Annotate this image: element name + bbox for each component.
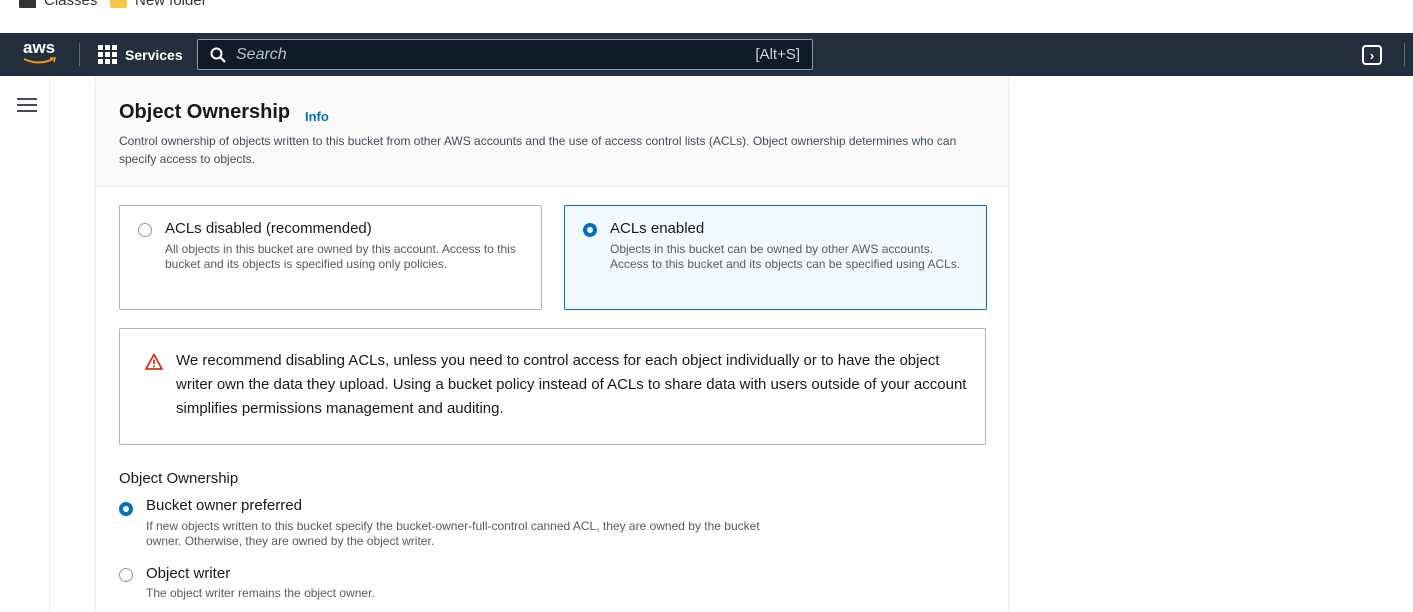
- aws-smile-icon: [23, 57, 57, 64]
- radio-acls-enabled[interactable]: [583, 223, 597, 237]
- services-label: Services: [125, 46, 183, 63]
- tile-acls-disabled[interactable]: ACLs disabled (recommended) All objects …: [119, 205, 542, 310]
- classes-icon: [19, 0, 36, 8]
- tile-label: ACLs enabled: [610, 220, 705, 237]
- tile-label: ACLs disabled (recommended): [165, 220, 372, 237]
- hamburger-menu-icon[interactable]: [17, 98, 37, 112]
- warning-text: We recommend disabling ACLs, unless you …: [176, 352, 967, 417]
- search-icon: [210, 47, 226, 63]
- tile-description: Objects in this bucket can be owned by o…: [610, 242, 961, 271]
- warning-icon: [145, 353, 163, 370]
- option-description: The object writer remains the object own…: [146, 586, 375, 600]
- nav-divider: [1404, 43, 1405, 66]
- option-label: Object writer: [146, 565, 231, 582]
- tile-acls-enabled[interactable]: ACLs enabled Objects in this bucket can …: [564, 205, 987, 310]
- search-shortcut: [Alt+S]: [755, 46, 800, 63]
- cloudshell-icon[interactable]: ›: [1362, 45, 1382, 65]
- panel-header: Object Ownership Info Control ownership …: [96, 76, 1008, 187]
- bookmark-label: New folder: [135, 0, 207, 9]
- grid-icon: [98, 45, 117, 64]
- radio-acls-disabled[interactable]: [138, 223, 152, 237]
- services-menu-button[interactable]: Services: [98, 33, 183, 76]
- radio-bucket-owner-preferred[interactable]: [119, 502, 133, 516]
- bookmark-classes[interactable]: Classes: [19, 0, 97, 9]
- section-description: Control ownership of objects written to …: [119, 134, 957, 166]
- bookmarks-bar: Classes New folder: [0, 0, 1413, 33]
- search-input[interactable]: Search [Alt+S]: [197, 39, 813, 70]
- tile-description: All objects in this bucket are owned by …: [165, 242, 516, 271]
- bookmark-new-folder[interactable]: New folder: [110, 0, 207, 9]
- page-title: Object Ownership: [119, 101, 291, 123]
- info-link[interactable]: Info: [305, 109, 329, 124]
- aws-logo-text: aws: [23, 38, 56, 57]
- left-rail: [0, 76, 50, 612]
- radio-object-writer[interactable]: [119, 568, 133, 582]
- search-placeholder: Search: [236, 45, 287, 63]
- nav-divider: [79, 43, 80, 66]
- object-ownership-panel: Object Ownership Info Control ownership …: [95, 76, 1009, 612]
- aws-top-nav: aws Services Search [Alt+S] ›: [0, 33, 1413, 76]
- acl-warning-alert: We recommend disabling ACLs, unless you …: [119, 328, 986, 445]
- aws-logo[interactable]: aws: [23, 38, 63, 70]
- object-ownership-label: Object Ownership: [119, 470, 239, 487]
- folder-icon: [110, 0, 127, 8]
- bookmark-label: Classes: [44, 0, 98, 9]
- option-label: Bucket owner preferred: [146, 497, 302, 514]
- option-description: If new objects written to this bucket sp…: [146, 519, 760, 548]
